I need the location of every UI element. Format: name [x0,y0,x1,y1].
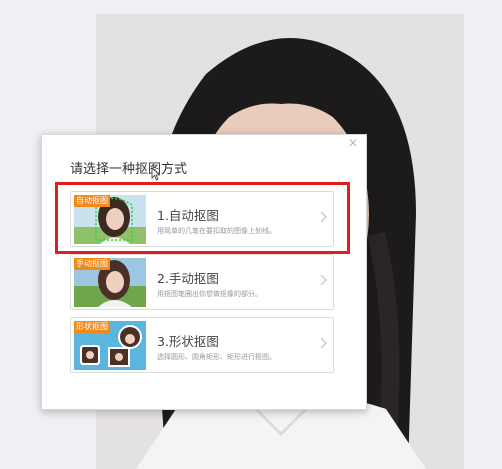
auto-cutout-thumbnail: 自动抠图 [74,195,146,244]
cutout-mode-dialog: × 请选择一种抠图方式 自动抠图 1.自动抠图 用简单的几笔在要扣取的图像上划线… [41,134,367,410]
manual-cutout-title: 2.手动抠图 [157,271,219,286]
shape-cutout-tag: 形状抠图 [74,321,110,333]
chevron-right-icon [320,211,327,223]
dialog-title: 请选择一种抠图方式 [70,162,188,177]
manual-cutout-thumbnail: 手动抠图 [74,258,146,307]
option-manual-cutout[interactable]: 手动抠图 2.手动抠图 用抠图笔圈出你想做抠像的部分。 [70,254,334,310]
option-shape-cutout[interactable]: 形状抠图 3.形状抠图 选择圆形、圆角矩形、矩形进行抠图。 [70,317,334,373]
manual-cutout-tag: 手动抠图 [74,258,110,270]
shape-cutout-title: 3.形状抠图 [157,334,219,349]
close-icon[interactable]: × [346,137,360,151]
manual-cutout-description: 用抠图笔圈出你想做抠像的部分。 [157,290,262,298]
shape-cutout-thumbnail: 形状抠图 [74,321,146,370]
auto-cutout-tag: 自动抠图 [74,195,110,207]
option-auto-cutout[interactable]: 自动抠图 1.自动抠图 用简单的几笔在要扣取的图像上划线。 [70,191,334,247]
mouse-cursor-icon [151,167,161,181]
auto-cutout-description: 用简单的几笔在要扣取的图像上划线。 [157,227,276,235]
auto-cutout-title: 1.自动抠图 [157,208,219,223]
chevron-right-icon [320,274,327,286]
chevron-right-icon [320,337,327,349]
shape-cutout-description: 选择圆形、圆角矩形、矩形进行抠图。 [157,353,276,361]
